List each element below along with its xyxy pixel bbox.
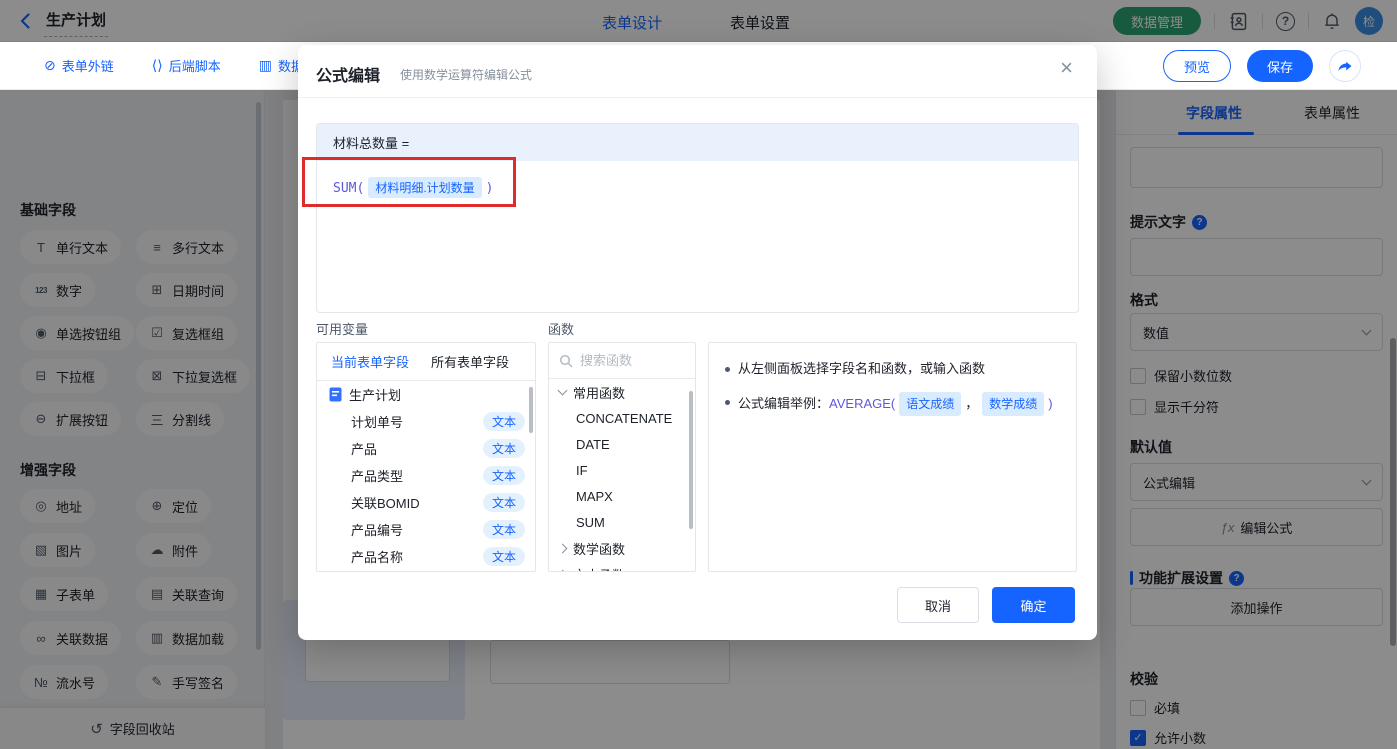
- function-group-common[interactable]: 常用函数: [549, 379, 695, 405]
- type-tag: 文本: [482, 493, 525, 512]
- functions-scrollbar[interactable]: [689, 391, 693, 529]
- function-group-math[interactable]: 数学函数: [549, 535, 695, 561]
- confirm-button[interactable]: 确定: [992, 587, 1075, 623]
- example-close-paren: ): [1048, 396, 1053, 411]
- formula-editor-modal: 公式编辑 使用数学运算符编辑公式 × 材料总数量 = SUM(材料明细.计划数量…: [298, 45, 1097, 640]
- variable-name: 产品名称: [351, 550, 404, 565]
- function-name: CONCATENATE: [576, 410, 673, 426]
- tree-root-label: 生产计划: [349, 388, 402, 403]
- save-button[interactable]: 保存: [1246, 50, 1313, 82]
- function-item[interactable]: IF: [549, 457, 695, 483]
- variable-name: 产品编号: [351, 523, 404, 538]
- search-icon: [559, 354, 573, 368]
- function-name: IF: [576, 462, 588, 478]
- variables-panel: 当前表单字段 所有表单字段 生产计划 计划单号 文本 产品 文本 产品类型 文本 关联…: [316, 342, 536, 572]
- toolbar-item-backend-script[interactable]: ⟨⟩ 后端脚本: [152, 56, 221, 75]
- bullet-icon: [725, 367, 730, 372]
- type-tag: 文本: [482, 412, 525, 431]
- function-group-text[interactable]: 文本函数: [549, 561, 695, 572]
- formula-target: 材料总数量 =: [317, 124, 1078, 161]
- formula-editor-area[interactable]: 材料总数量 = SUM(材料明细.计划数量): [316, 123, 1079, 313]
- chevron-right-icon: [557, 569, 568, 571]
- variable-row[interactable]: 产品 文本: [317, 435, 535, 462]
- function-search[interactable]: [549, 343, 695, 379]
- toolbar-item-external-link[interactable]: ⊘ 表单外链: [44, 56, 114, 75]
- divider: [298, 97, 1097, 98]
- modal-subtitle: 使用数学运算符编辑公式: [400, 68, 533, 82]
- preview-button[interactable]: 预览: [1162, 50, 1231, 82]
- link-icon: ⊘: [44, 57, 56, 73]
- variable-row[interactable]: 产品编号 文本: [317, 516, 535, 543]
- variable-name: 产品: [351, 442, 378, 457]
- data-permission-icon: ▥: [258, 57, 272, 73]
- variables-scrollbar[interactable]: [529, 387, 533, 433]
- function-name: DATE: [576, 436, 610, 452]
- tip-line-1: 从左侧面板选择字段名和函数，或输入函数: [725, 359, 1060, 379]
- function-name: SUM: [576, 514, 605, 530]
- tab-all-form-fields[interactable]: 所有表单字段: [431, 352, 509, 371]
- cancel-button[interactable]: 取消: [897, 587, 979, 623]
- modal-title: 公式编辑: [316, 68, 381, 85]
- variable-name: 产品类型: [351, 469, 404, 484]
- tip-text: 从左侧面板选择字段名和函数，或输入函数: [738, 361, 986, 376]
- group-label: 文本函数: [573, 565, 625, 572]
- function-name: MAPX: [576, 488, 613, 504]
- variable-name: 计划单号: [351, 415, 404, 430]
- variables-tabs: 当前表单字段 所有表单字段: [317, 343, 535, 381]
- type-tag: 文本: [482, 466, 525, 485]
- variable-row[interactable]: 文本: [317, 570, 535, 571]
- variable-row[interactable]: 计划单号 文本: [317, 408, 535, 435]
- type-tag: 文本: [482, 439, 525, 458]
- script-icon: ⟨⟩: [151, 57, 163, 73]
- tip-text: 公式编辑举例：AVERAGE(语文成绩，数学成绩): [738, 392, 1053, 416]
- example-chip: 数学成绩: [982, 392, 1045, 416]
- tip-prefix: 公式编辑举例：: [738, 396, 830, 411]
- comma: ，: [965, 396, 979, 411]
- document-icon: [329, 387, 342, 402]
- example-function: AVERAGE(: [829, 396, 896, 411]
- close-icon[interactable]: ×: [1060, 57, 1073, 79]
- variable-row[interactable]: 产品类型 文本: [317, 462, 535, 489]
- group-label: 数学函数: [573, 541, 626, 557]
- variable-row[interactable]: 关联BOMID 文本: [317, 489, 535, 516]
- group-label: 常用函数: [573, 385, 626, 401]
- function-item[interactable]: SUM: [549, 509, 695, 535]
- variables-label: 可用变量: [316, 322, 369, 337]
- chevron-down-icon: [557, 385, 568, 396]
- toolbar-item-label: 表单外链: [61, 59, 114, 74]
- tip-line-2: 公式编辑举例：AVERAGE(语文成绩，数学成绩): [725, 392, 1060, 416]
- app-window: 生产计划 表单设计 表单设置 数据管理 ? 检 ⊘ 表单外链 ⟨⟩ 后端脚本 ▥…: [0, 0, 1397, 749]
- tab-current-form-fields[interactable]: 当前表单字段: [331, 352, 409, 371]
- function-item[interactable]: DATE: [549, 431, 695, 457]
- tree-root-node[interactable]: 生产计划: [317, 381, 535, 408]
- toolbar-item-label: 后端脚本: [168, 59, 221, 74]
- variable-name: 关联BOMID: [351, 496, 420, 511]
- bullet-icon: [725, 400, 730, 405]
- annotation-highlight-box: [302, 157, 516, 207]
- functions-label: 函数: [548, 322, 575, 337]
- function-item[interactable]: CONCATENATE: [549, 405, 695, 431]
- function-item[interactable]: MAPX: [549, 483, 695, 509]
- toolbar-right-cluster: 预览 保存: [1162, 50, 1361, 82]
- variable-row[interactable]: 产品名称 文本: [317, 543, 535, 570]
- share-button[interactable]: [1329, 50, 1361, 82]
- example-chip: 语文成绩: [899, 392, 962, 416]
- chevron-right-icon: [557, 543, 568, 553]
- tips-panel: 从左侧面板选择字段名和函数，或输入函数 公式编辑举例：AVERAGE(语文成绩，…: [708, 342, 1077, 572]
- type-tag: 文本: [482, 520, 525, 539]
- type-tag: 文本: [482, 547, 525, 566]
- function-search-input[interactable]: [580, 353, 680, 368]
- functions-panel: 常用函数 CONCATENATE DATE IF MAPX SUM 数学函数 文…: [548, 342, 696, 572]
